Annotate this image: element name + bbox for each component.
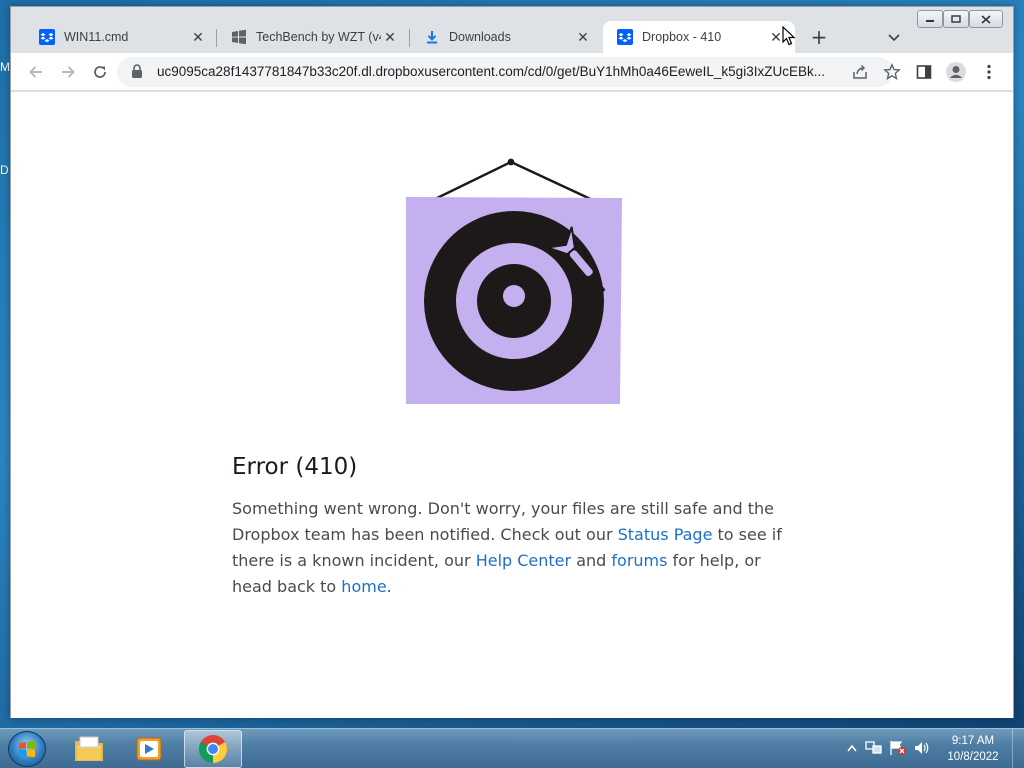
forums-link[interactable]: forums xyxy=(611,551,667,570)
lock-icon[interactable] xyxy=(131,64,143,83)
windows-logo-icon xyxy=(19,740,35,758)
close-tab-icon[interactable]: ✕ xyxy=(189,28,207,46)
back-button[interactable] xyxy=(22,58,50,86)
more-menu-icon[interactable] xyxy=(975,58,1003,86)
show-desktop-button[interactable] xyxy=(1012,729,1024,768)
network-icon[interactable] xyxy=(864,737,884,759)
mouse-cursor-icon xyxy=(782,26,796,46)
url-text[interactable]: uc9095ca28f1437781847b33c20f.dl.dropboxu… xyxy=(157,64,847,79)
start-button[interactable] xyxy=(8,731,46,767)
reload-button[interactable] xyxy=(86,58,114,86)
system-clock[interactable]: 9:17 AM 10/8/2022 xyxy=(934,733,1012,765)
home-link[interactable]: home xyxy=(341,577,386,596)
tab-title: TechBench by WZT (v4.1 xyxy=(256,30,381,44)
profile-avatar-icon[interactable] xyxy=(942,58,970,86)
windows-explorer-icon[interactable] xyxy=(60,730,118,768)
close-tab-icon[interactable]: ✕ xyxy=(381,28,399,46)
tab-dropbox-410[interactable]: Dropbox - 410 ✕ xyxy=(603,21,795,53)
help-center-link[interactable]: Help Center xyxy=(476,551,571,570)
bookmark-star-icon[interactable] xyxy=(883,63,901,85)
browser-toolbar: uc9095ca28f1437781847b33c20f.dl.dropboxu… xyxy=(11,53,1013,91)
status-page-link[interactable]: Status Page xyxy=(618,525,713,544)
minimize-button[interactable] xyxy=(917,10,943,28)
tab-downloads[interactable]: Downloads ✕ xyxy=(410,21,602,53)
new-tab-button[interactable]: + xyxy=(807,25,831,49)
download-icon xyxy=(424,29,440,45)
clock-date: 10/8/2022 xyxy=(947,751,999,763)
side-panel-icon[interactable] xyxy=(910,58,938,86)
show-hidden-icons-icon[interactable] xyxy=(842,737,862,759)
error-text: and xyxy=(571,551,612,570)
target-dart-illustration xyxy=(406,158,622,404)
share-icon[interactable] xyxy=(851,63,869,85)
address-bar[interactable]: uc9095ca28f1437781847b33c20f.dl.dropboxu… xyxy=(117,57,901,87)
volume-icon[interactable] xyxy=(912,737,932,759)
error-title: Error (410) xyxy=(232,454,358,480)
error-message: Something went wrong. Don't worry, your … xyxy=(232,496,802,600)
tab-title: Dropbox - 410 xyxy=(642,30,722,44)
close-window-button[interactable] xyxy=(969,10,1003,28)
tab-title: Downloads xyxy=(449,30,511,44)
dropbox-icon xyxy=(617,29,633,45)
desktop-icon-label: D xyxy=(0,163,9,177)
windows-icon xyxy=(231,29,247,45)
chrome-icon[interactable] xyxy=(184,730,242,768)
forward-button[interactable] xyxy=(54,58,82,86)
error-text: . xyxy=(386,577,392,596)
close-tab-icon[interactable]: ✕ xyxy=(574,28,592,46)
page-content: Error (410) Something went wrong. Don't … xyxy=(11,92,1013,718)
tab-techbench[interactable]: TechBench by WZT (v4.1 ✕ xyxy=(217,21,409,53)
clock-time: 9:17 AM xyxy=(951,735,995,747)
action-center-flag-icon[interactable] xyxy=(888,737,908,759)
browser-window: WIN11.cmd ✕ TechBench by WZT (v4.1 ✕ Dow… xyxy=(10,6,1014,718)
desktop-icon-label: M xyxy=(0,60,10,74)
maximize-button[interactable] xyxy=(943,10,969,28)
media-player-icon[interactable] xyxy=(120,730,178,768)
tab-strip: WIN11.cmd ✕ TechBench by WZT (v4.1 ✕ Dow… xyxy=(11,7,1013,53)
taskbar: 9:17 AM 10/8/2022 xyxy=(0,728,1024,768)
dropbox-icon xyxy=(39,29,55,45)
tab-search-chevron-icon[interactable] xyxy=(883,27,905,49)
tab-win11-cmd[interactable]: WIN11.cmd ✕ xyxy=(25,21,217,53)
tab-title: WIN11.cmd xyxy=(64,30,129,44)
